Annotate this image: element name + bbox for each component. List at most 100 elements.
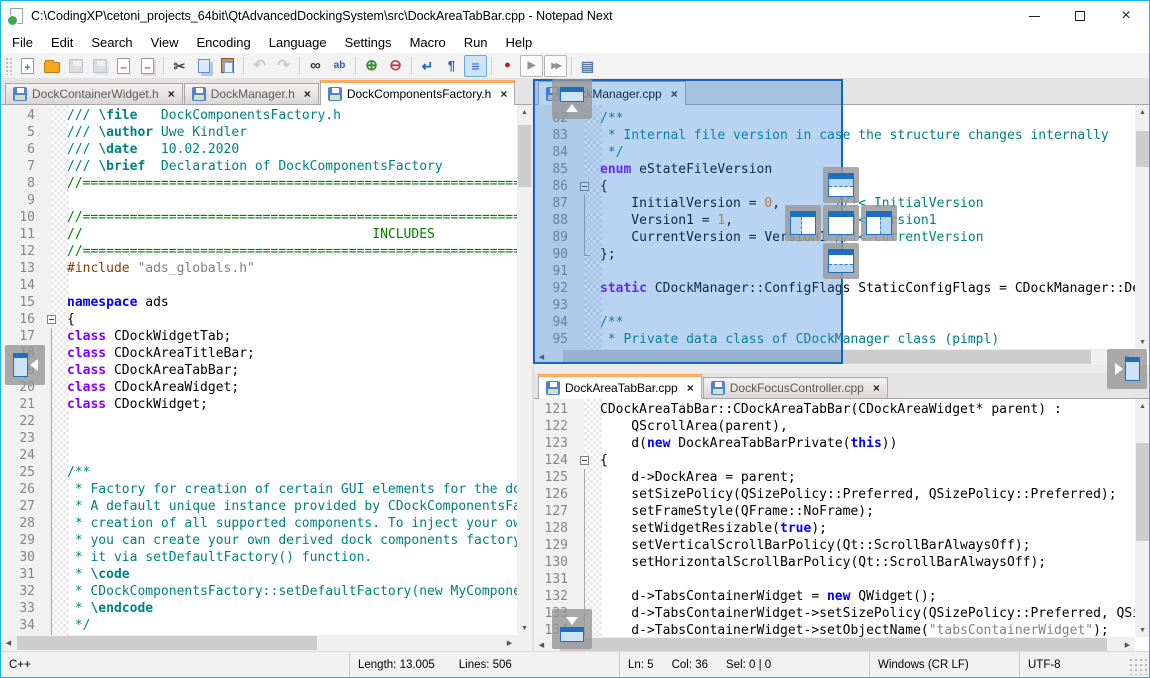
scroll-right-icon[interactable]: ▶ [502, 635, 517, 651]
drop-left-icon[interactable] [785, 205, 821, 241]
status-language[interactable]: C++ [1, 652, 349, 677]
scroll-right-icon[interactable]: ▶ [1120, 637, 1135, 651]
undo-button[interactable]: ↶ [248, 55, 271, 77]
menu-file[interactable]: File [3, 33, 42, 52]
edge-bottom-icon[interactable] [552, 609, 592, 649]
tab-close-icon[interactable]: × [168, 88, 175, 100]
fold-cell [43, 277, 61, 294]
line-number: 131 [534, 571, 576, 588]
vertical-scrollbar[interactable]: ▲ ▼ [517, 105, 532, 635]
scroll-left-icon[interactable]: ◀ [1, 635, 16, 651]
drop-center-icon[interactable] [823, 205, 859, 241]
fold-collapse-icon[interactable] [580, 456, 589, 465]
zoom-in-button[interactable]: ⊕ [360, 55, 383, 77]
scrollbar-thumb[interactable] [1136, 131, 1149, 167]
tab-dockareatabbar-cpp[interactable]: DockAreaTabBar.cpp× [538, 374, 702, 399]
menu-encoding[interactable]: Encoding [188, 33, 260, 52]
open-file-button[interactable] [40, 55, 63, 77]
drop-right-icon[interactable] [861, 205, 897, 241]
fold-collapse-icon[interactable] [47, 315, 56, 324]
resize-grip[interactable] [1129, 658, 1147, 675]
replace-button[interactable]: ab [328, 55, 351, 77]
tab-label: DockManager.h [211, 87, 295, 101]
horizontal-scrollbar[interactable]: ◀ ▶ [534, 637, 1135, 651]
scroll-left-icon[interactable]: ◀ [534, 637, 549, 651]
edge-right-icon[interactable] [1107, 349, 1147, 389]
horizontal-splitter[interactable] [534, 365, 1149, 373]
tab-close-icon[interactable]: × [687, 382, 694, 394]
redo-button[interactable]: ↷ [272, 55, 295, 77]
status-encoding[interactable]: UTF-8 [1019, 652, 1129, 677]
macro-record-button[interactable]: ● [496, 55, 519, 77]
code-line: 30 * it via setDefaultFactory() function… [1, 549, 517, 566]
zoom-out-button[interactable]: ⊖ [384, 55, 407, 77]
close-button[interactable]: × [1103, 1, 1149, 31]
menu-run[interactable]: Run [455, 33, 497, 52]
code-line: 32 * CDockComponentsFactory::setDefaultF… [1, 583, 517, 600]
macro-play-button[interactable]: ▶ [520, 55, 543, 77]
window-icon [560, 87, 584, 102]
close-button[interactable]: – [112, 55, 135, 77]
vertical-scrollbar[interactable]: ▲ ▼ [1135, 105, 1149, 349]
tab-dockfocuscontroller-cpp[interactable]: DockFocusController.cpp× [703, 377, 888, 398]
indent-guide-button[interactable]: ≡ [464, 55, 487, 77]
status-eol-format[interactable]: Windows (CR LF) [869, 652, 1019, 677]
menu-help[interactable]: Help [497, 33, 542, 52]
find-button[interactable]: ∞ [304, 55, 327, 77]
line-number: 8 [1, 175, 43, 192]
horizontal-scrollbar[interactable]: ◀ ▶ [1, 635, 517, 651]
menu-language[interactable]: Language [260, 33, 336, 52]
close-all-button[interactable]: – [136, 55, 159, 77]
drop-top-icon[interactable] [823, 167, 859, 203]
scroll-down-icon[interactable]: ▼ [1135, 623, 1149, 637]
line-number: 5 [1, 124, 43, 141]
copy-button[interactable] [192, 55, 215, 77]
save-button[interactable] [64, 55, 87, 77]
maximize-button[interactable] [1057, 1, 1103, 31]
tab-dockcomponentsfactory-h[interactable]: DockComponentsFactory.h× [320, 80, 516, 105]
scroll-down-icon[interactable]: ▼ [517, 621, 532, 635]
edge-top-icon[interactable] [552, 79, 592, 119]
new-file-button[interactable]: + [16, 55, 39, 77]
menu-edit[interactable]: Edit [42, 33, 82, 52]
tab-dockcontainerwidget-h[interactable]: DockContainerWidget.h× [5, 83, 183, 104]
scrollbar-thumb[interactable] [17, 636, 317, 650]
scroll-up-icon[interactable]: ▲ [1135, 399, 1149, 413]
tab-dockmanager-h[interactable]: DockManager.h × [184, 83, 319, 104]
scroll-down-icon[interactable]: ▼ [1135, 335, 1149, 349]
tab-close-icon[interactable]: × [500, 88, 507, 100]
dock-container: DockContainerWidget.h×DockManager.h×Dock… [1, 79, 1149, 651]
drop-bottom-icon[interactable] [823, 243, 859, 279]
save-all-button[interactable] [88, 55, 111, 77]
document-list-button[interactable]: ▤ [576, 55, 599, 77]
editor-dockcomponentsfactory[interactable]: 4/// \file DockComponentsFactory.h5/// \… [1, 105, 517, 635]
paste-button[interactable] [216, 55, 239, 77]
scroll-up-icon[interactable]: ▲ [1135, 105, 1149, 119]
scrollbar-thumb[interactable] [518, 125, 531, 187]
tab-close-icon[interactable]: × [304, 88, 311, 100]
menu-macro[interactable]: Macro [401, 33, 455, 52]
word-wrap-button[interactable]: ↵ [416, 55, 439, 77]
scroll-up-icon[interactable]: ▲ [517, 105, 532, 119]
fold-cell [43, 566, 61, 583]
scrollbar-thumb[interactable] [560, 638, 1107, 651]
undo-icon: ↶ [253, 58, 266, 73]
scrollbar-thumb[interactable] [1136, 443, 1149, 541]
menu-view[interactable]: View [142, 33, 188, 52]
toolbar-grip[interactable] [5, 57, 13, 75]
fold-cell[interactable] [576, 452, 594, 469]
arrow-left-icon [30, 359, 38, 371]
menu-settings[interactable]: Settings [336, 33, 401, 52]
cut-button[interactable]: ✂ [168, 55, 191, 77]
edge-left-icon[interactable] [5, 345, 45, 385]
fold-cell[interactable] [43, 311, 61, 328]
tab-close-icon[interactable]: × [873, 382, 880, 394]
show-all-characters-button[interactable]: ¶ [440, 55, 463, 77]
fold-cell [576, 486, 594, 503]
vertical-scrollbar[interactable]: ▲ ▼ [1135, 399, 1149, 637]
code-line: 122 QScrollArea(parent), [534, 418, 1135, 435]
menu-search[interactable]: Search [82, 33, 141, 52]
minimize-button[interactable] [1011, 1, 1057, 31]
editor-dockareatabbar[interactable]: 121CDockAreaTabBar::CDockAreaTabBar(CDoc… [534, 399, 1135, 637]
macro-run-multiple-button[interactable]: ▶▶ [544, 55, 567, 77]
